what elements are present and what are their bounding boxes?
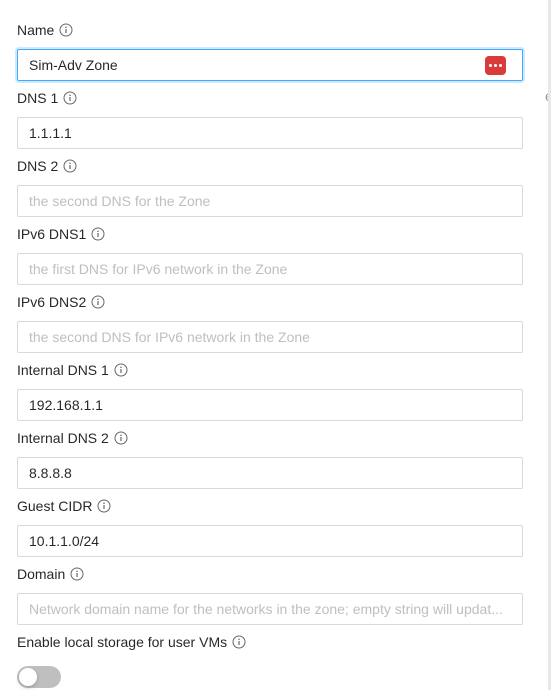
dns1-input[interactable]: 1.1.1.1 bbox=[17, 117, 523, 149]
internal-dns1-input[interactable]: 192.168.1.1 bbox=[17, 389, 523, 421]
ipv6-dns1-label: IPv6 DNS1 bbox=[17, 226, 87, 242]
ipv6-dns1-input[interactable]: the first DNS for IPv6 network in the Zo… bbox=[17, 253, 523, 285]
dns1-label-row: DNS 1 bbox=[17, 88, 523, 108]
guest-cidr-label: Guest CIDR bbox=[17, 498, 93, 514]
dns2-input-placeholder: the second DNS for the Zone bbox=[29, 193, 211, 209]
dns2-field: DNS 2 the second DNS for the Zone bbox=[17, 156, 523, 217]
internal-dns2-label-row: Internal DNS 2 bbox=[17, 428, 523, 448]
local-storage-label: Enable local storage for user VMs bbox=[17, 634, 228, 650]
info-circle-icon[interactable] bbox=[91, 227, 105, 241]
internal-dns2-input-value: 8.8.8.8 bbox=[29, 465, 72, 481]
domain-input[interactable]: Network domain name for the networks in … bbox=[17, 593, 523, 625]
internal-dns2-label: Internal DNS 2 bbox=[17, 430, 109, 446]
internal-dns1-label: Internal DNS 1 bbox=[17, 362, 109, 378]
ipv6-dns2-label: IPv6 DNS2 bbox=[17, 294, 87, 310]
ipv6-dns2-input-placeholder: the second DNS for IPv6 network in the Z… bbox=[29, 329, 310, 345]
ipv6-dns1-input-placeholder: the first DNS for IPv6 network in the Zo… bbox=[29, 261, 288, 277]
dns1-input-value: 1.1.1.1 bbox=[29, 125, 72, 141]
name-field: Name Sim-Adv Zone bbox=[17, 20, 523, 81]
info-circle-icon[interactable] bbox=[59, 23, 73, 37]
toggle-knob bbox=[19, 668, 37, 686]
info-circle-icon[interactable] bbox=[114, 363, 128, 377]
dns2-label: DNS 2 bbox=[17, 158, 59, 174]
internal-dns1-label-row: Internal DNS 1 bbox=[17, 360, 523, 380]
local-storage-toggle[interactable] bbox=[17, 666, 61, 688]
ipv6-dns2-label-row: IPv6 DNS2 bbox=[17, 292, 523, 312]
info-circle-icon[interactable] bbox=[97, 499, 111, 513]
guest-cidr-field: Guest CIDR 10.1.1.0/24 bbox=[17, 496, 523, 557]
internal-dns2-input[interactable]: 8.8.8.8 bbox=[17, 457, 523, 489]
ipv6-dns1-field: IPv6 DNS1 the first DNS for IPv6 network… bbox=[17, 224, 523, 285]
info-circle-icon[interactable] bbox=[232, 635, 246, 649]
name-label: Name bbox=[17, 22, 55, 38]
internal-dns1-field: Internal DNS 1 192.168.1.1 bbox=[17, 360, 523, 421]
local-storage-label-row: Enable local storage for user VMs bbox=[17, 632, 523, 652]
dns2-input[interactable]: the second DNS for the Zone bbox=[17, 185, 523, 217]
guest-cidr-input[interactable]: 10.1.1.0/24 bbox=[17, 525, 523, 557]
dns2-label-row: DNS 2 bbox=[17, 156, 523, 176]
info-circle-icon[interactable] bbox=[114, 431, 128, 445]
dns1-field: DNS 1 1.1.1.1 bbox=[17, 88, 523, 149]
info-circle-icon[interactable] bbox=[70, 567, 84, 581]
info-circle-icon[interactable] bbox=[63, 159, 77, 173]
password-manager-icon[interactable] bbox=[485, 56, 506, 75]
domain-input-placeholder: Network domain name for the networks in … bbox=[29, 601, 503, 617]
name-label-row: Name bbox=[17, 20, 523, 40]
ipv6-dns2-input[interactable]: the second DNS for IPv6 network in the Z… bbox=[17, 321, 523, 353]
ipv6-dns1-label-row: IPv6 DNS1 bbox=[17, 224, 523, 244]
domain-label: Domain bbox=[17, 566, 66, 582]
info-circle-icon[interactable] bbox=[91, 295, 105, 309]
dns1-label: DNS 1 bbox=[17, 90, 59, 106]
info-circle-icon[interactable] bbox=[63, 91, 77, 105]
name-input[interactable]: Sim-Adv Zone bbox=[17, 49, 523, 81]
domain-label-row: Domain bbox=[17, 564, 523, 584]
internal-dns2-field: Internal DNS 2 8.8.8.8 bbox=[17, 428, 523, 489]
internal-dns1-input-value: 192.168.1.1 bbox=[29, 397, 103, 413]
name-input-value: Sim-Adv Zone bbox=[29, 57, 118, 73]
local-storage-field: Enable local storage for user VMs bbox=[17, 632, 523, 688]
ipv6-dns2-field: IPv6 DNS2 the second DNS for IPv6 networ… bbox=[17, 292, 523, 353]
domain-field: Domain Network domain name for the netwo… bbox=[17, 564, 523, 625]
guest-cidr-label-row: Guest CIDR bbox=[17, 496, 523, 516]
guest-cidr-input-value: 10.1.1.0/24 bbox=[29, 533, 100, 549]
